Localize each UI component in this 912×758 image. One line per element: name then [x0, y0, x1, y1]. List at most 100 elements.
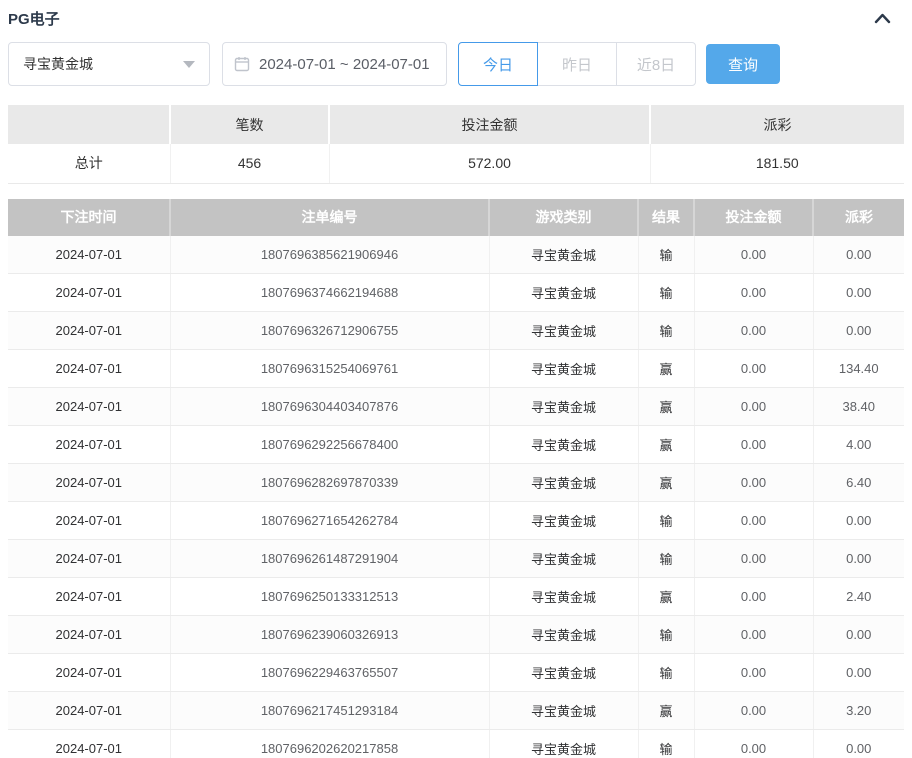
order-no-cell: 1807696250133312513: [170, 578, 489, 616]
payout-cell: 6.40: [813, 464, 904, 502]
today-button[interactable]: 今日: [458, 42, 538, 86]
bet-table-row: 2024-07-01 1807696374662194688 寻宝黄金城 输 0…: [8, 274, 904, 312]
bet-table-row: 2024-07-01 1807696385621906946 寻宝黄金城 输 0…: [8, 236, 904, 274]
bet-table-row: 2024-07-01 1807696217451293184 寻宝黄金城 赢 0…: [8, 692, 904, 730]
bet-amount-cell: 0.00: [694, 730, 813, 758]
payout-cell: 0.00: [813, 236, 904, 274]
header-game-category: 游戏类别: [489, 199, 638, 236]
bet-time-cell: 2024-07-01: [8, 616, 170, 654]
summary-total-payout: 181.50: [650, 144, 904, 183]
bet-amount-cell: 0.00: [694, 236, 813, 274]
bet-amount-cell: 0.00: [694, 578, 813, 616]
result-cell: 赢: [638, 464, 694, 502]
bet-table-row: 2024-07-01 1807696261487291904 寻宝黄金城 输 0…: [8, 540, 904, 578]
bet-amount-cell: 0.00: [694, 616, 813, 654]
bet-time-cell: 2024-07-01: [8, 236, 170, 274]
bet-time-cell: 2024-07-01: [8, 350, 170, 388]
result-cell: 赢: [638, 350, 694, 388]
payout-cell: 0.00: [813, 312, 904, 350]
result-cell: 赢: [638, 388, 694, 426]
header-payout: 派彩: [813, 199, 904, 236]
game-category-cell: 寻宝黄金城: [489, 236, 638, 274]
summary-header-row: 笔数 投注金额 派彩: [8, 105, 904, 144]
payout-cell: 134.40: [813, 350, 904, 388]
summary-header-bet-amount: 投注金额: [329, 105, 650, 144]
payout-cell: 0.00: [813, 616, 904, 654]
order-no-cell: 1807696304403407876: [170, 388, 489, 426]
game-category-cell: 寻宝黄金城: [489, 388, 638, 426]
bet-time-cell: 2024-07-01: [8, 312, 170, 350]
result-cell: 输: [638, 616, 694, 654]
bet-time-cell: 2024-07-01: [8, 502, 170, 540]
bet-time-cell: 2024-07-01: [8, 730, 170, 758]
header-order-no: 注单编号: [170, 199, 489, 236]
bet-table-row: 2024-07-01 1807696202620217858 寻宝黄金城 输 0…: [8, 730, 904, 758]
bet-time-cell: 2024-07-01: [8, 464, 170, 502]
payout-cell: 0.00: [813, 502, 904, 540]
order-no-cell: 1807696229463765507: [170, 654, 489, 692]
date-range-input[interactable]: 2024-07-01 ~ 2024-07-01: [222, 42, 447, 86]
game-category-cell: 寻宝黄金城: [489, 350, 638, 388]
game-select[interactable]: 寻宝黄金城: [8, 42, 210, 86]
summary-header-count: 笔数: [170, 105, 329, 144]
bet-amount-cell: 0.00: [694, 464, 813, 502]
caret-down-icon: [183, 61, 195, 68]
bet-table-row: 2024-07-01 1807696239060326913 寻宝黄金城 输 0…: [8, 616, 904, 654]
summary-table: 笔数 投注金额 派彩 总计 456 572.00 181.50: [8, 105, 904, 184]
bet-time-cell: 2024-07-01: [8, 540, 170, 578]
bet-amount-cell: 0.00: [694, 312, 813, 350]
result-cell: 赢: [638, 578, 694, 616]
result-cell: 赢: [638, 692, 694, 730]
result-cell: 输: [638, 312, 694, 350]
quick-date-group: 今日 昨日 近8日: [458, 42, 696, 86]
game-category-cell: 寻宝黄金城: [489, 502, 638, 540]
payout-cell: 3.20: [813, 692, 904, 730]
summary-total-row: 总计 456 572.00 181.50: [8, 144, 904, 183]
order-no-cell: 1807696261487291904: [170, 540, 489, 578]
last-8-days-button[interactable]: 近8日: [616, 42, 696, 86]
yesterday-button[interactable]: 昨日: [537, 42, 617, 86]
bet-table-row: 2024-07-01 1807696229463765507 寻宝黄金城 输 0…: [8, 654, 904, 692]
order-no-cell: 1807696282697870339: [170, 464, 489, 502]
collapse-panel-button[interactable]: [870, 6, 894, 30]
calendar-icon: [234, 56, 250, 72]
chevron-up-icon: [874, 12, 891, 24]
query-button[interactable]: 查询: [706, 44, 780, 84]
bet-amount-cell: 0.00: [694, 502, 813, 540]
header-bet-time: 下注时间: [8, 199, 170, 236]
bet-table-header-row: 下注时间 注单编号 游戏类别 结果 投注金额 派彩: [8, 199, 904, 236]
bet-amount-cell: 0.00: [694, 540, 813, 578]
game-category-cell: 寻宝黄金城: [489, 654, 638, 692]
order-no-cell: 1807696271654262784: [170, 502, 489, 540]
summary-total-label: 总计: [8, 144, 170, 183]
bet-amount-cell: 0.00: [694, 274, 813, 312]
bet-table-row: 2024-07-01 1807696304403407876 寻宝黄金城 赢 0…: [8, 388, 904, 426]
bet-table-row: 2024-07-01 1807696271654262784 寻宝黄金城 输 0…: [8, 502, 904, 540]
header-bet-amount: 投注金额: [694, 199, 813, 236]
bet-table: 下注时间 注单编号 游戏类别 结果 投注金额 派彩 2024-07-01 180…: [8, 199, 904, 758]
bet-amount-cell: 0.00: [694, 654, 813, 692]
result-cell: 输: [638, 730, 694, 758]
bet-table-row: 2024-07-01 1807696250133312513 寻宝黄金城 赢 0…: [8, 578, 904, 616]
bet-amount-cell: 0.00: [694, 388, 813, 426]
summary-total-count: 456: [170, 144, 329, 183]
summary-header-payout: 派彩: [650, 105, 904, 144]
order-no-cell: 1807696385621906946: [170, 236, 489, 274]
result-cell: 输: [638, 502, 694, 540]
bet-amount-cell: 0.00: [694, 350, 813, 388]
summary-header-empty: [8, 105, 170, 144]
panel-header: PG电子: [8, 4, 904, 38]
pg-panel: PG电子 寻宝黄金城 2024-07-01 ~ 2024-07-01 今日 昨日…: [0, 0, 912, 758]
bet-table-row: 2024-07-01 1807696282697870339 寻宝黄金城 赢 0…: [8, 464, 904, 502]
payout-cell: 2.40: [813, 578, 904, 616]
payout-cell: 0.00: [813, 540, 904, 578]
game-category-cell: 寻宝黄金城: [489, 730, 638, 758]
panel-title: PG电子: [8, 8, 60, 29]
result-cell: 输: [638, 236, 694, 274]
order-no-cell: 1807696202620217858: [170, 730, 489, 758]
result-cell: 输: [638, 274, 694, 312]
bet-time-cell: 2024-07-01: [8, 692, 170, 730]
order-no-cell: 1807696374662194688: [170, 274, 489, 312]
bet-table-row: 2024-07-01 1807696326712906755 寻宝黄金城 输 0…: [8, 312, 904, 350]
result-cell: 输: [638, 540, 694, 578]
